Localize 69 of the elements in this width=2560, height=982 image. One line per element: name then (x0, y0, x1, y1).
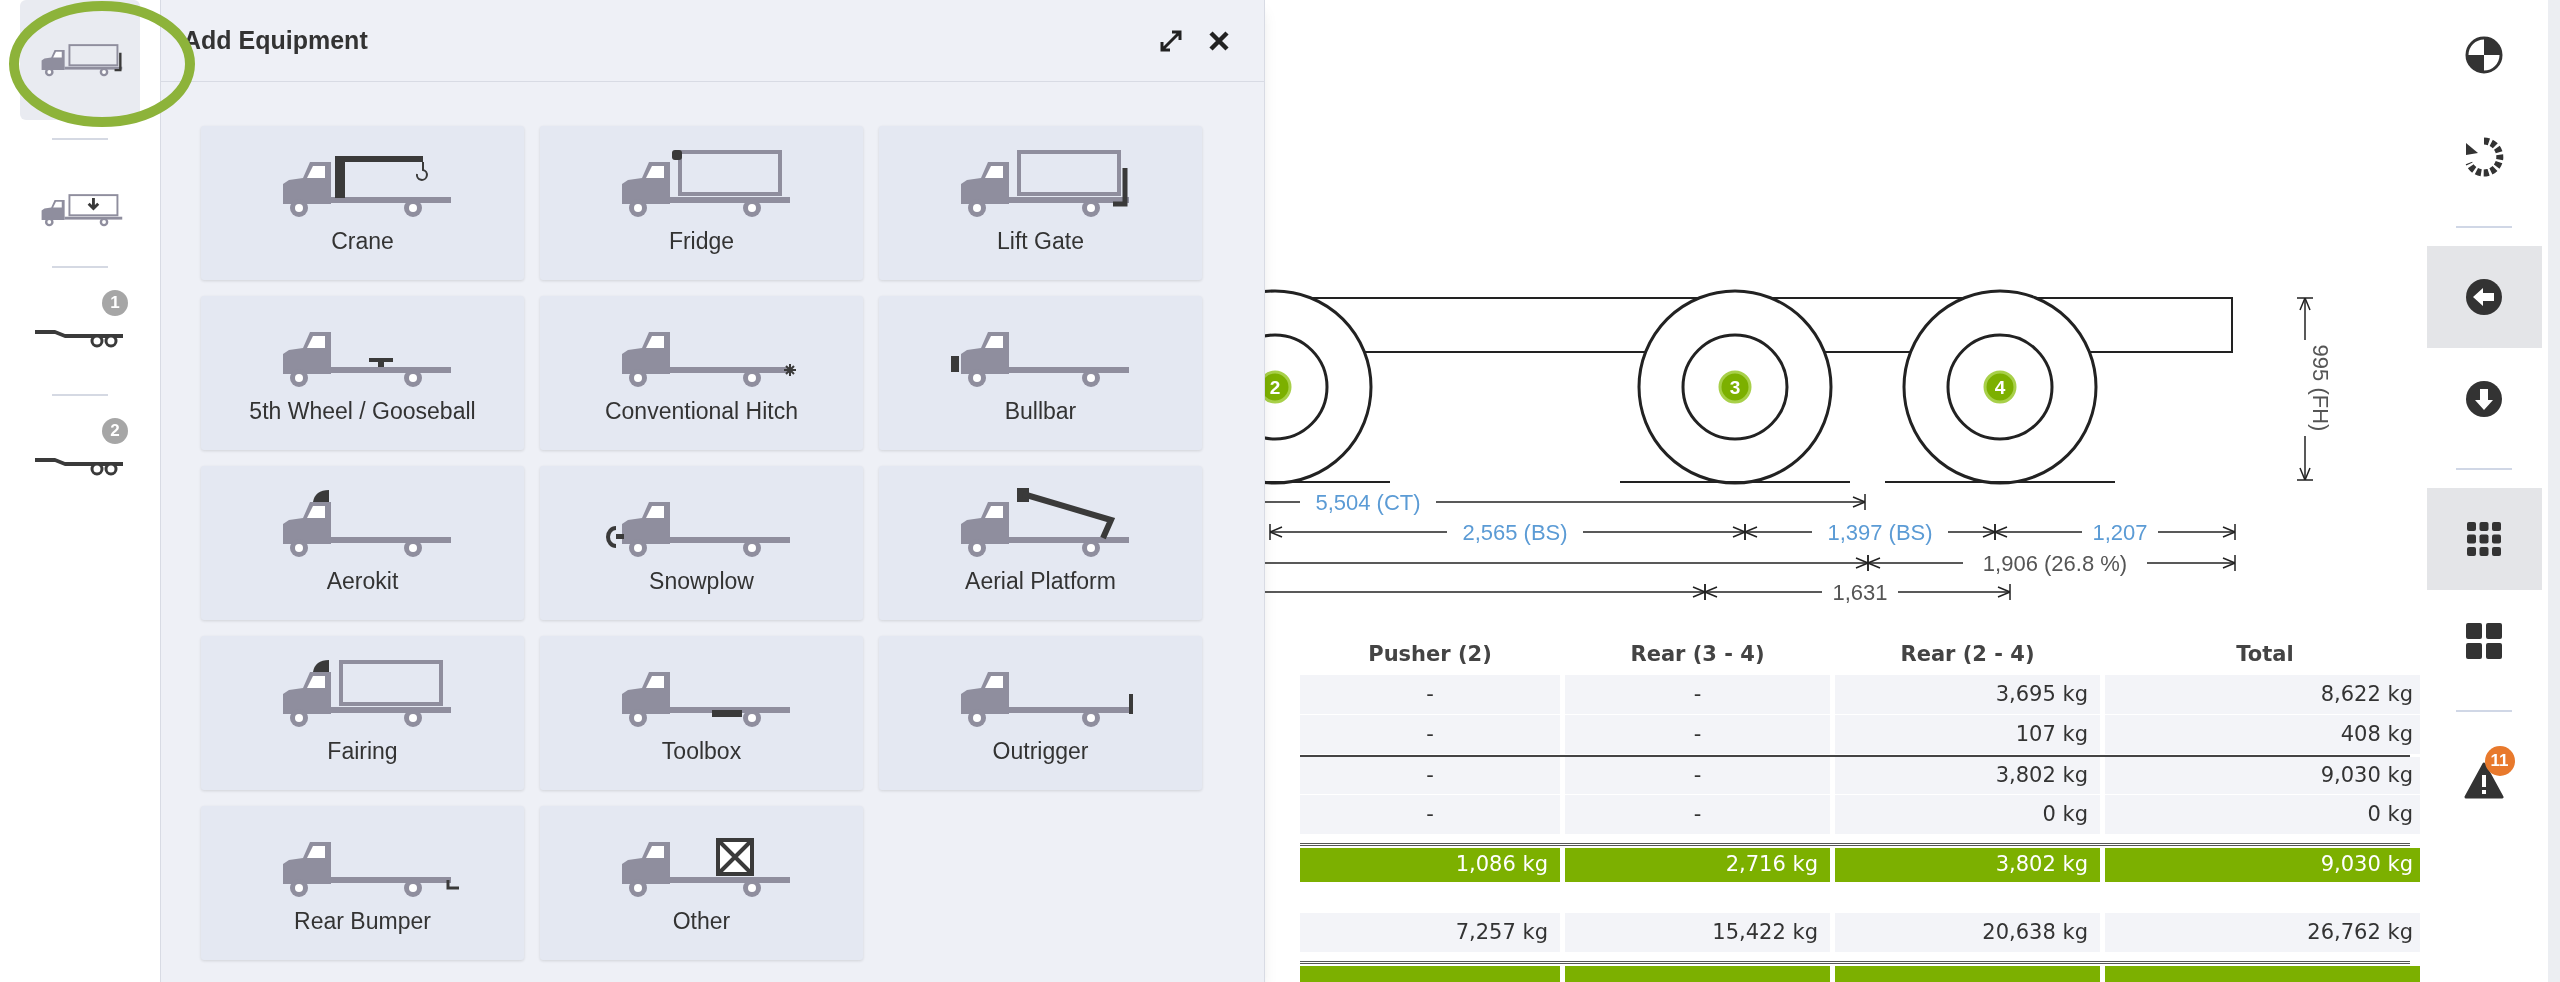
table-cell: - (1565, 757, 1830, 795)
equipment-card[interactable]: Conventional Hitch (540, 296, 863, 450)
table-cell[interactable]: 20,638 kg (1835, 913, 2100, 953)
column-header: Pusher (2) (1367, 641, 1493, 669)
axle-number: 4 (1994, 377, 2006, 398)
axle-hub (1718, 370, 1752, 404)
table-cell: 9,030 kg (2105, 848, 2420, 883)
table-cell: 2,716 kg (1565, 848, 1830, 883)
trailer-icon (35, 328, 125, 348)
arrow-left-icon (2464, 277, 2504, 317)
table-cell: 0 kg (1835, 795, 2100, 835)
table-cell: 1,086 kg (1300, 848, 1560, 883)
trailer-icon (35, 456, 125, 476)
table-cell[interactable]: 0 kg (2105, 795, 2420, 835)
count-badge: 2 (102, 418, 128, 444)
dimension-label: 5,504 (CT) (1315, 490, 1421, 515)
axle-hub (1983, 370, 2017, 404)
reset-icon (2464, 137, 2504, 177)
toolbar-button[interactable] (2426, 246, 2542, 348)
equipment-card[interactable]: Fairing (201, 636, 524, 790)
table-cell: 8,622 kg (2105, 675, 2420, 715)
equipment-card[interactable]: Toolbox (540, 636, 863, 790)
equipment-card[interactable]: Snowplow (540, 466, 863, 620)
dimension-label: 1,397 (BS) (1827, 520, 1933, 545)
table-cell: 3,802 kg (1835, 848, 2100, 883)
column-header: Total (2235, 641, 2295, 669)
dimension-label: 1,207 (2092, 520, 2148, 545)
count-badge: 1 (102, 290, 128, 316)
table-cell: 107 kg (1835, 715, 2100, 755)
notification-badge: 11 (2484, 746, 2515, 776)
table-cell: - (1565, 675, 1830, 715)
expand-icon (1159, 28, 1183, 53)
table-cell: 7,257 kg (1300, 913, 1560, 953)
table-cell: 15,422 kg (1565, 913, 1830, 953)
tiles-icon (2464, 621, 2504, 661)
table-cell: - (1565, 715, 1830, 755)
equipment-card[interactable]: 5th Wheel / Gooseball (201, 296, 524, 450)
close-icon (1207, 28, 1231, 53)
equipment-card[interactable]: Outrigger (879, 636, 1202, 790)
equipment-card[interactable]: Crane (201, 126, 524, 280)
dimension-label: 2,565 (BS) (1462, 520, 1568, 545)
equipment-card[interactable]: Lift Gate (879, 126, 1202, 280)
grid-icon (2464, 519, 2504, 559)
dimension-label: 1,631 (1832, 580, 1888, 605)
table-cell[interactable]: 26,762 kg (2105, 913, 2420, 953)
dimension-label: 1,906 (26.8 %) (1982, 551, 2128, 576)
column-header: Rear (3 - 4) (1629, 641, 1766, 669)
pie-chart-icon (2464, 35, 2504, 75)
table-cell: - (1300, 675, 1560, 715)
equipment-card[interactable]: Fridge (540, 126, 863, 280)
column-header: Rear (2 - 4) (1899, 641, 2036, 669)
toolbar-button[interactable] (2426, 488, 2542, 590)
axle-number: 2 (1269, 377, 1281, 398)
table-cell[interactable]: 3,695 kg (1835, 675, 2100, 715)
table-cell: 408 kg (2105, 715, 2420, 755)
table-cell: - (1300, 795, 1560, 835)
equipment-card[interactable]: Aerokit (201, 466, 524, 620)
table-cell: - (1300, 757, 1560, 795)
dimension-label: 995 (FH) (2308, 344, 2333, 432)
arrow-down-icon (2464, 379, 2504, 419)
table-cell: 9,030 kg (2105, 757, 2420, 795)
table-cell: 3,802 kg (1835, 757, 2100, 795)
equipment-card[interactable]: Aerial Platform (879, 466, 1202, 620)
equipment-card[interactable]: Rear Bumper (201, 806, 524, 960)
equipment-card[interactable]: Bullbar (879, 296, 1202, 450)
axle-number: 3 (1729, 377, 1741, 398)
table-cell: - (1565, 795, 1830, 835)
table-cell: - (1300, 715, 1560, 755)
equipment-card[interactable]: Other (540, 806, 863, 960)
